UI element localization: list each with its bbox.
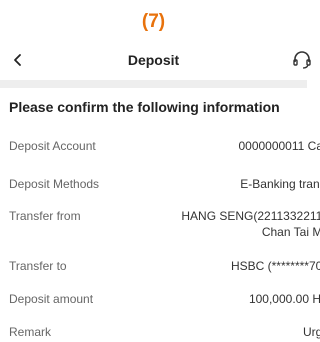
confirm-heading: Please confirm the following information (9, 99, 280, 115)
deposit-methods-label: Deposit Methods (9, 177, 100, 191)
transfer-to-value: HSBC (********700 (230, 259, 320, 273)
transfer-from-value: HANG SENG(22113322113 Chan Tai Ma (181, 208, 320, 240)
remark-label: Remark (9, 325, 52, 339)
deposit-amount-value: 100,000.00 HK (248, 292, 320, 306)
help-button[interactable] (291, 49, 313, 71)
transfer-from-label: Transfer from (9, 209, 81, 223)
transfer-to-label: Transfer to (9, 259, 67, 273)
step-label: (7) (141, 11, 166, 32)
deposit-methods-value: E-Banking transf (240, 177, 320, 191)
headset-icon (293, 51, 311, 69)
section-divider (0, 80, 307, 88)
deposit-account-label: Deposit Account (9, 139, 96, 153)
transfer-from-bank: HANG SENG(22113322113 (181, 209, 320, 223)
deposit-amount-label: Deposit amount (9, 292, 94, 306)
page-title: Deposit (127, 52, 180, 68)
transfer-from-holder: Chan Tai Ma (261, 225, 320, 239)
nav-bar: Deposit (0, 46, 311, 74)
remark-value: Urge (302, 325, 320, 339)
deposit-account-value: 0000000011 Cas (238, 139, 320, 153)
